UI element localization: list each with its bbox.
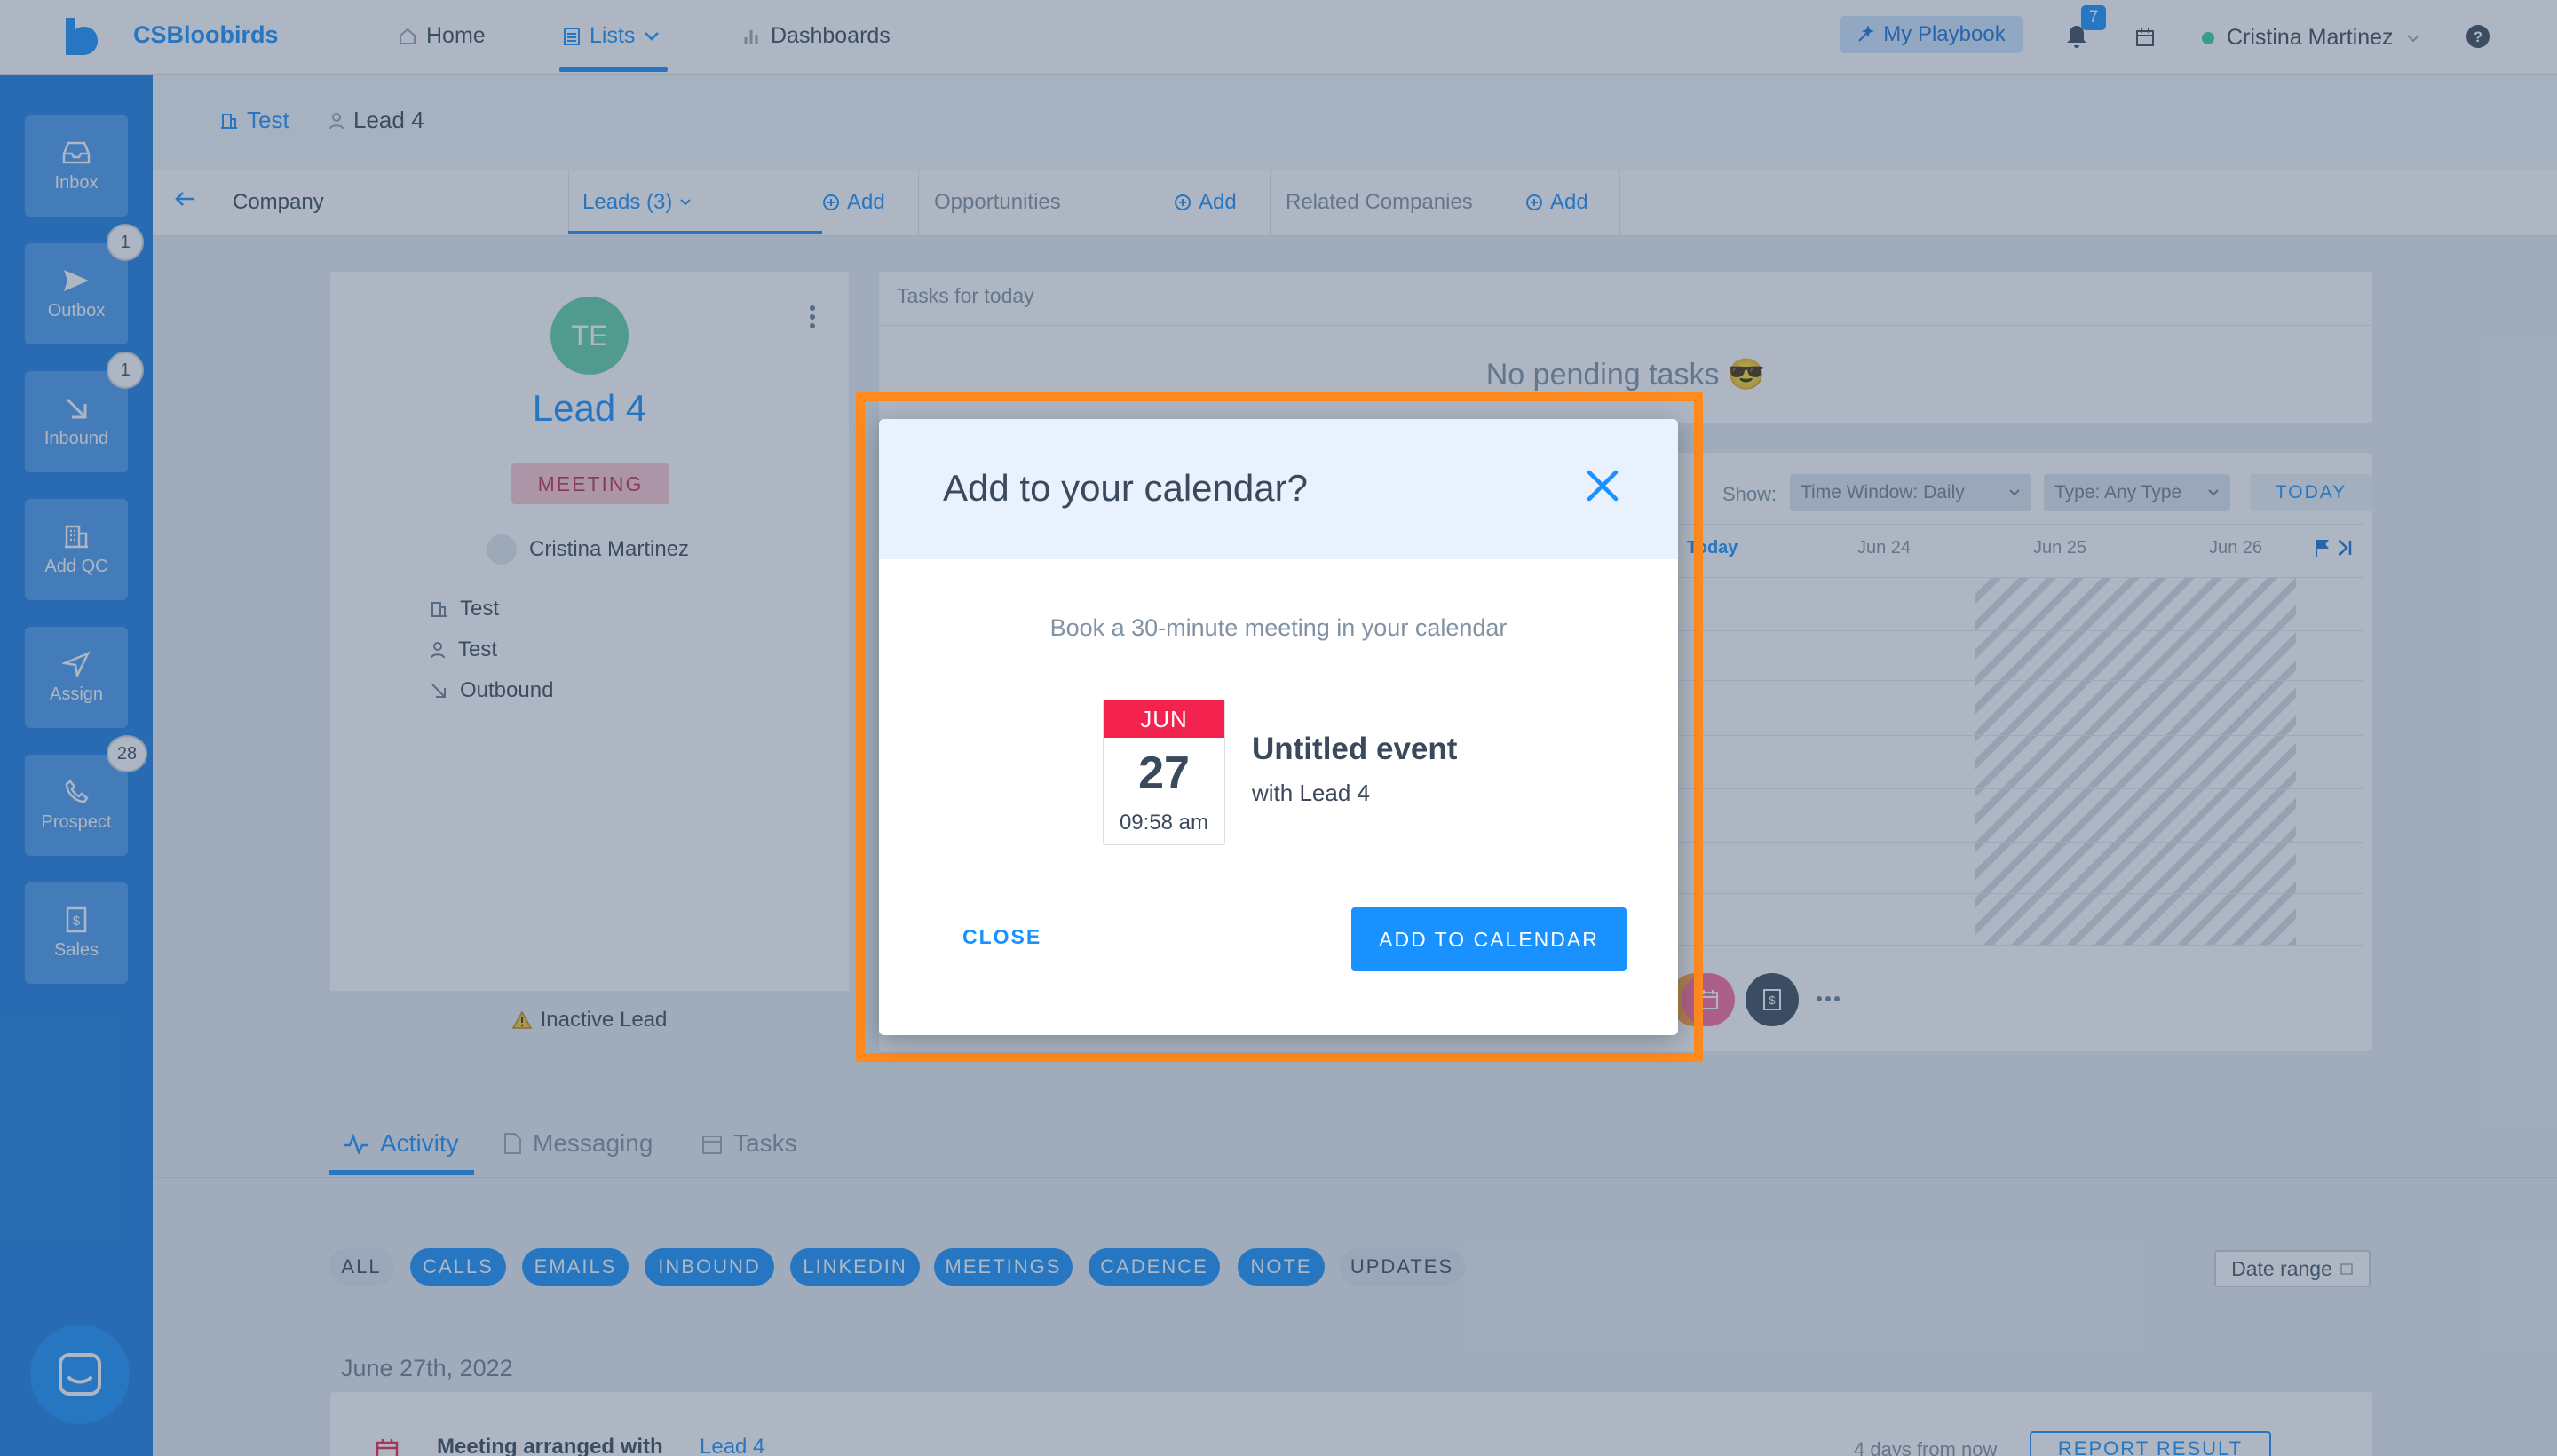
event-day: 27 [1138,748,1190,799]
dialog-header: Add to your calendar? [879,419,1678,559]
event-attendee: with Lead 4 [1252,779,1370,806]
close-button[interactable]: CLOSE [962,925,1041,949]
event-title: Untitled event [1252,732,1458,766]
event-time: 09:58 am [1119,811,1209,835]
dialog-title: Add to your calendar? [943,467,1308,509]
event-date-card: JUN 27 09:58 am [1103,700,1225,845]
event-month: JUN [1104,700,1224,738]
dialog-subtitle: Book a 30-minute meeting in your calenda… [1049,614,1508,641]
add-to-calendar-dialog: Add to your calendar? Book a 30-minute m… [879,419,1678,1035]
close-icon[interactable] [1580,463,1625,508]
add-to-calendar-button[interactable]: ADD TO CALENDAR [1351,907,1627,971]
